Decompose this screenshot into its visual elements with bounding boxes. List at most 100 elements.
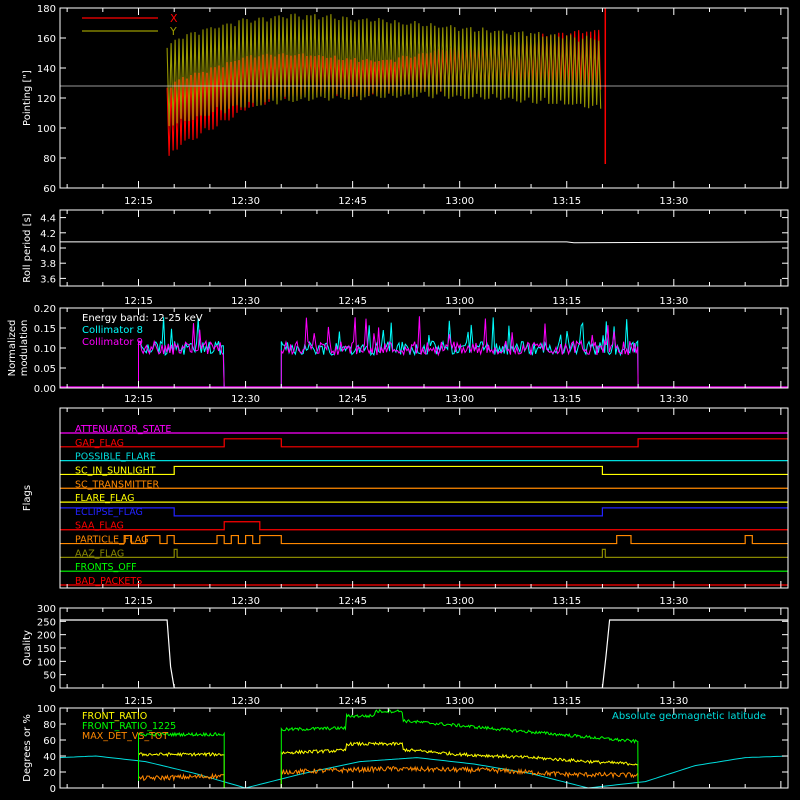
x-tick-label: 12:45 [338, 596, 367, 607]
x-tick-label: 12:15 [124, 196, 153, 207]
y-tick-label: 80 [43, 154, 56, 165]
legend-label-y: Y [169, 25, 177, 38]
x-tick-label: 13:30 [659, 296, 688, 307]
x-tick-label: 12:15 [124, 296, 153, 307]
flag-line-saa-flag [60, 521, 788, 531]
y-tick-label: 0 [50, 784, 56, 795]
flag-label-bad-packets: BAD_PACKETS [75, 576, 142, 587]
x-tick-label: 12:30 [231, 596, 260, 607]
x-tick-label: 12:45 [338, 296, 367, 307]
legend-label-geomagnetic-latitude: Absolute geomagnetic latitude [612, 711, 766, 722]
series-geomagnetic-latitude [60, 755, 788, 788]
y-tick-label: 60 [43, 736, 56, 747]
x-tick-label: 12:30 [231, 394, 260, 405]
flag-label-eclipse-flag: ECLIPSE_FLAG [75, 507, 143, 518]
x-tick-label: 13:00 [445, 394, 474, 405]
flag-label-aaz-flag: AAZ_FLAG [75, 548, 124, 559]
y-tick-label: 300 [37, 604, 56, 615]
y-axis-label: Normalizedmodulation [7, 320, 30, 377]
flag-label-gap-flag: GAP_FLAG [75, 438, 124, 449]
panel-4: 12:15 12:30 12:45 13:00 13:15 13:30 Flags ATTEN… [22, 407, 789, 607]
flag-line-sc-in-sunlight [60, 465, 788, 476]
figure: 608010012014016018012:15 12:30 12:45 13:00 1… [7, 4, 789, 795]
x-tick-label: 13:15 [552, 196, 581, 207]
flag-label-possible-flare: POSSIBLE_FLARE [75, 452, 156, 463]
x-tick-label: 13:30 [659, 394, 688, 405]
y-axis-label: Flags [22, 485, 33, 511]
y-tick-label: 200 [37, 631, 56, 642]
legend-label-collimator-8: Collimator 8 [82, 325, 143, 336]
x-tick-label: 12:30 [231, 296, 260, 307]
y-tick-label: 100 [37, 124, 56, 135]
x-tick-label: 12:15 [124, 696, 153, 707]
x-tick-label: 12:15 [124, 394, 153, 405]
panel-frame [59, 407, 789, 589]
y-tick-label: 250 [37, 617, 56, 628]
x-tick-label: 12:30 [231, 696, 260, 707]
y-tick-label: 180 [37, 4, 56, 15]
plot-area [60, 432, 788, 586]
y-axis-label: Pointing ["] [22, 70, 33, 126]
y-tick-label: 0.05 [34, 364, 56, 375]
y-tick-label: 150 [37, 644, 56, 655]
flag-line-gap-flag [60, 438, 788, 448]
x-tick-label: 13:15 [552, 296, 581, 307]
y-tick-label: 40 [43, 752, 56, 763]
flag-label-sc-in-sunlight: SC_IN_SUNLIGHT [75, 465, 156, 476]
x-tick-label: 13:30 [659, 696, 688, 707]
y-tick-label: 140 [37, 64, 56, 75]
flag-line-aaz-flag [60, 548, 788, 558]
plot-area [60, 241, 788, 244]
series-max-det-vs-tot [138, 772, 225, 788]
y-tick-label: 0.15 [34, 324, 56, 335]
flag-label-fronts-off: FRONTS_OFF [75, 562, 137, 573]
y-axis-label: Roll period [s] [22, 213, 33, 282]
y-tick-label: 4.2 [40, 229, 56, 240]
flag-line-eclipse-flag [60, 507, 788, 517]
flag-label-particle-flag: PARTICLE_FLAG [75, 535, 148, 546]
legend-label-max-det-vs-tot: MAX_DET_VS_TOT [82, 731, 168, 742]
x-tick-label: 12:45 [338, 196, 367, 207]
flag-label-saa-flag: SAA_FLAG [75, 521, 124, 532]
y-tick-label: 120 [37, 94, 56, 105]
x-tick-label: 13:00 [445, 296, 474, 307]
panel-2: 3.6 3.8 4.0 4.2 4.4 12:15 12:30 12:45 13:00 13:15… [22, 209, 789, 307]
series-quality [60, 619, 788, 688]
panel-3: 0.00 0.05 0.10 0.15 0.20 12:15 12:30 12:45 13:00… [7, 304, 789, 405]
x-tick-label: 13:00 [445, 196, 474, 207]
y-tick-label: 100 [37, 657, 56, 668]
series-front-ratio-1225 [280, 708, 639, 788]
panel-1: 60 80 100 120 140 160 180 12:15 12:30 12:45 13:00 1… [22, 4, 789, 207]
x-tick-label: 12:45 [338, 394, 367, 405]
legend-label-collimator-9: Collimator 9 [82, 337, 143, 348]
x-tick-label: 13:15 [552, 696, 581, 707]
x-tick-label: 12:45 [338, 696, 367, 707]
x-tick-label: 13:30 [659, 596, 688, 607]
x-tick-label: 13:15 [552, 394, 581, 405]
series-collimator-9 [138, 323, 225, 388]
x-tick-label: 12:30 [231, 196, 260, 207]
flag-line-particle-flag [60, 534, 788, 545]
y-tick-label: 20 [43, 768, 56, 779]
y-tick-label: 0.10 [34, 344, 56, 355]
y-tick-label: 60 [43, 184, 56, 195]
x-tick-label: 12:15 [124, 596, 153, 607]
y-axis-label: Quality [22, 630, 33, 666]
y-tick-label: 3.8 [40, 259, 56, 270]
series-roll-period [60, 241, 788, 244]
panel-frame [59, 209, 789, 287]
plot-area [60, 619, 788, 688]
plot-area [60, 316, 788, 388]
legend-label-x: X [170, 12, 178, 25]
y-tick-label: 80 [43, 720, 56, 731]
y-tick-label: 4.4 [40, 214, 56, 225]
x-tick-label: 13:00 [445, 596, 474, 607]
y-tick-label: 0.20 [34, 304, 56, 315]
flag-label-sc-transmitter: SC_TRANSMITTER [75, 479, 160, 490]
y-axis-label: Degrees or % [22, 714, 33, 782]
x-tick-label: 13:30 [659, 196, 688, 207]
y-tick-label: 50 [43, 671, 56, 682]
series-y-band [166, 13, 602, 127]
y-tick-label: 0 [50, 684, 56, 695]
y-tick-label: 100 [37, 704, 56, 715]
